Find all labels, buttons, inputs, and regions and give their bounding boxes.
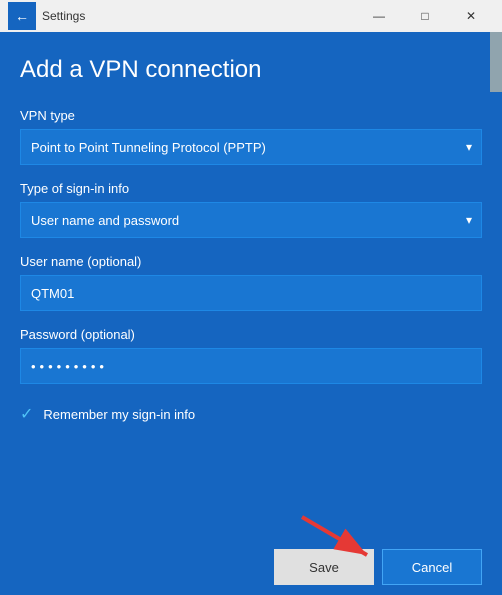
- save-button[interactable]: Save: [274, 549, 374, 585]
- password-input[interactable]: [20, 348, 482, 384]
- vpn-type-label: VPN type: [20, 108, 482, 123]
- title-bar: ← Settings — □ ✕: [0, 0, 502, 32]
- main-content: Add a VPN connection VPN type Point to P…: [0, 32, 502, 539]
- signin-type-group: Type of sign-in info User name and passw…: [20, 181, 482, 238]
- remember-row: ✓ Remember my sign-in info: [20, 404, 482, 424]
- signin-type-select[interactable]: User name and password: [20, 202, 482, 238]
- remember-label: Remember my sign-in info: [43, 407, 195, 422]
- vpn-type-select-wrapper: Point to Point Tunneling Protocol (PPTP)…: [20, 129, 482, 165]
- window-controls: — □ ✕: [356, 0, 494, 32]
- password-label: Password (optional): [20, 327, 482, 342]
- minimize-button[interactable]: —: [356, 0, 402, 32]
- password-group: Password (optional): [20, 327, 482, 384]
- cancel-button[interactable]: Cancel: [382, 549, 482, 585]
- signin-type-label: Type of sign-in info: [20, 181, 482, 196]
- vpn-type-select[interactable]: Point to Point Tunneling Protocol (PPTP): [20, 129, 482, 165]
- vpn-type-group: VPN type Point to Point Tunneling Protoc…: [20, 108, 482, 165]
- close-button[interactable]: ✕: [448, 0, 494, 32]
- maximize-button[interactable]: □: [402, 0, 448, 32]
- signin-type-select-wrapper: User name and password ▾: [20, 202, 482, 238]
- username-group: User name (optional): [20, 254, 482, 311]
- remember-check-icon: ✓: [20, 404, 33, 424]
- window: ← Settings — □ ✕ Add a VPN connection VP…: [0, 0, 502, 595]
- username-input[interactable]: [20, 275, 482, 311]
- username-label: User name (optional): [20, 254, 482, 269]
- footer: Save Cancel: [0, 539, 502, 595]
- page-title: Add a VPN connection: [20, 56, 482, 84]
- window-title: Settings: [42, 9, 356, 23]
- back-button[interactable]: ←: [8, 2, 36, 30]
